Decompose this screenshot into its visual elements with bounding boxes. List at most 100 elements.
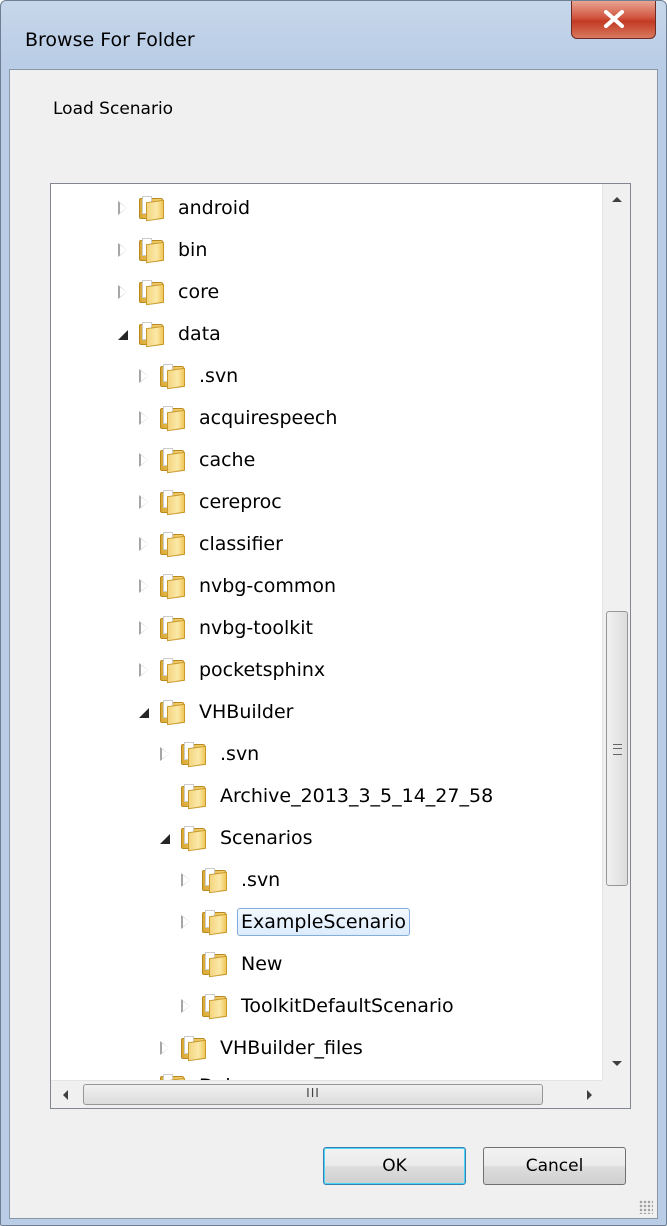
scroll-up-icon[interactable] xyxy=(612,197,622,202)
scroll-down-icon[interactable] xyxy=(612,1061,622,1066)
tree-item-nvbg-common[interactable]: nvbg-common xyxy=(136,567,340,605)
ok-button[interactable]: OK xyxy=(323,1147,466,1185)
folder-tree[interactable]: android bin core data .svn acquirespeech… xyxy=(50,183,631,1109)
horizontal-scrollbar[interactable]: III xyxy=(51,1080,604,1108)
expand-arrow-icon[interactable] xyxy=(136,494,152,510)
expand-arrow-icon[interactable] xyxy=(115,200,131,216)
expander-placeholder xyxy=(157,788,173,804)
tree-item-data-svn[interactable]: .svn xyxy=(136,357,242,395)
expand-arrow-icon[interactable] xyxy=(178,914,194,930)
resize-grip-icon[interactable] xyxy=(639,1200,653,1214)
tree-item-label: nvbg-common xyxy=(199,575,337,597)
expand-arrow-icon[interactable] xyxy=(136,368,152,384)
grip-icon: III xyxy=(306,1085,320,1100)
expand-arrow-icon[interactable] xyxy=(115,242,131,258)
expand-arrow-icon[interactable] xyxy=(178,872,194,888)
folder-icon xyxy=(200,909,228,936)
tree-item-label: core xyxy=(178,281,220,303)
tree-item-examplescenario[interactable]: ExampleScenario xyxy=(178,903,411,941)
tree-item-label: nvbg-toolkit xyxy=(199,617,313,639)
browse-for-folder-dialog: Browse For Folder Load Scenario android … xyxy=(0,0,667,1226)
folder-icon xyxy=(179,1035,207,1062)
folder-icon xyxy=(158,1073,186,1080)
scrollbar-corner xyxy=(602,1080,630,1108)
tree-item-pocketsphinx[interactable]: pocketsphinx xyxy=(136,651,329,689)
tree-item-debug[interactable]: Debug xyxy=(136,1067,265,1080)
tree-item-label: pocketsphinx xyxy=(199,659,326,681)
tree-item-cereproc[interactable]: cereproc xyxy=(136,483,286,521)
folder-icon xyxy=(158,405,186,432)
folder-icon xyxy=(179,783,207,810)
vertical-scroll-thumb[interactable] xyxy=(606,611,628,886)
tree-item-label: data xyxy=(178,323,221,345)
expand-arrow-icon[interactable] xyxy=(157,1040,173,1056)
vertical-scrollbar[interactable] xyxy=(602,184,630,1080)
folder-icon xyxy=(137,237,165,264)
expand-arrow-icon[interactable] xyxy=(136,410,152,426)
tree-item-label: .svn xyxy=(220,743,260,765)
dialog-body: Load Scenario android bin core data .svn… xyxy=(9,69,658,1219)
tree-item-label: .svn xyxy=(199,365,239,387)
folder-icon xyxy=(200,867,228,894)
expand-arrow-icon[interactable] xyxy=(115,284,131,300)
folder-icon xyxy=(158,699,186,726)
tree-item-cache[interactable]: cache xyxy=(136,441,259,479)
title-bar[interactable]: Browse For Folder xyxy=(1,1,666,71)
tree-item-toolkitdefaultscenario[interactable]: ToolkitDefaultScenario xyxy=(178,987,458,1025)
expand-arrow-icon[interactable] xyxy=(157,746,173,762)
tree-item-vhbuilder-svn[interactable]: .svn xyxy=(157,735,263,773)
tree-item-label: cereproc xyxy=(199,491,282,513)
expand-arrow-icon[interactable] xyxy=(136,662,152,678)
horizontal-scroll-thumb[interactable]: III xyxy=(83,1084,543,1105)
close-icon xyxy=(604,10,624,28)
tree-item-core[interactable]: core xyxy=(115,273,223,311)
tree-item-data[interactable]: data xyxy=(115,315,225,353)
close-button[interactable] xyxy=(571,1,656,39)
folder-icon xyxy=(179,741,207,768)
tree-item-acquirespeech[interactable]: acquirespeech xyxy=(136,399,341,437)
expander-placeholder xyxy=(178,956,194,972)
expand-arrow-icon[interactable] xyxy=(136,620,152,636)
scroll-left-icon[interactable] xyxy=(63,1090,68,1100)
expand-arrow-icon[interactable] xyxy=(178,998,194,1014)
tree-item-scenarios-svn[interactable]: .svn xyxy=(178,861,284,899)
tree-item-label: Archive_2013_3_5_14_27_58 xyxy=(220,785,494,807)
folder-icon xyxy=(179,825,207,852)
tree-item-label: classifier xyxy=(199,533,283,555)
tree-item-scenarios[interactable]: Scenarios xyxy=(157,819,317,857)
folder-icon xyxy=(158,573,186,600)
tree-item-label: cache xyxy=(199,449,256,471)
tree-item-label: android xyxy=(178,197,251,219)
tree-item-label: .svn xyxy=(241,869,281,891)
tree-item-label: Scenarios xyxy=(220,827,313,849)
expand-arrow-icon[interactable] xyxy=(136,536,152,552)
tree-item-label: ExampleScenario xyxy=(237,908,411,936)
tree-item-vhbuilder[interactable]: VHBuilder xyxy=(136,693,297,731)
tree-item-label: New xyxy=(241,953,283,975)
folder-icon xyxy=(158,657,186,684)
tree-item-label: VHBuilder xyxy=(199,701,294,723)
tree-item-label: Debug xyxy=(195,1072,265,1080)
folder-icon xyxy=(137,279,165,306)
tree-item-bin[interactable]: bin xyxy=(115,231,211,269)
tree-item-vhbuilder-files[interactable]: VHBuilder_files xyxy=(157,1029,367,1067)
tree-item-new[interactable]: New xyxy=(178,945,286,983)
collapse-arrow-icon[interactable] xyxy=(115,326,131,342)
collapse-arrow-icon[interactable] xyxy=(157,830,173,846)
folder-icon xyxy=(158,531,186,558)
tree-item-nvbg-toolkit[interactable]: nvbg-toolkit xyxy=(136,609,317,647)
scroll-right-icon[interactable] xyxy=(587,1090,592,1100)
collapse-arrow-icon[interactable] xyxy=(136,704,152,720)
folder-icon xyxy=(158,363,186,390)
tree-item-archive[interactable]: Archive_2013_3_5_14_27_58 xyxy=(157,777,497,815)
tree-item-label: acquirespeech xyxy=(199,407,338,429)
folder-tree-viewport: android bin core data .svn acquirespeech… xyxy=(51,184,604,1080)
tree-item-android[interactable]: android xyxy=(115,189,254,227)
folder-icon xyxy=(137,195,165,222)
expand-arrow-icon[interactable] xyxy=(136,578,152,594)
window-title: Browse For Folder xyxy=(25,29,195,51)
tree-item-classifier[interactable]: classifier xyxy=(136,525,287,563)
cancel-button[interactable]: Cancel xyxy=(483,1147,626,1185)
folder-icon xyxy=(158,447,186,474)
expand-arrow-icon[interactable] xyxy=(136,452,152,468)
